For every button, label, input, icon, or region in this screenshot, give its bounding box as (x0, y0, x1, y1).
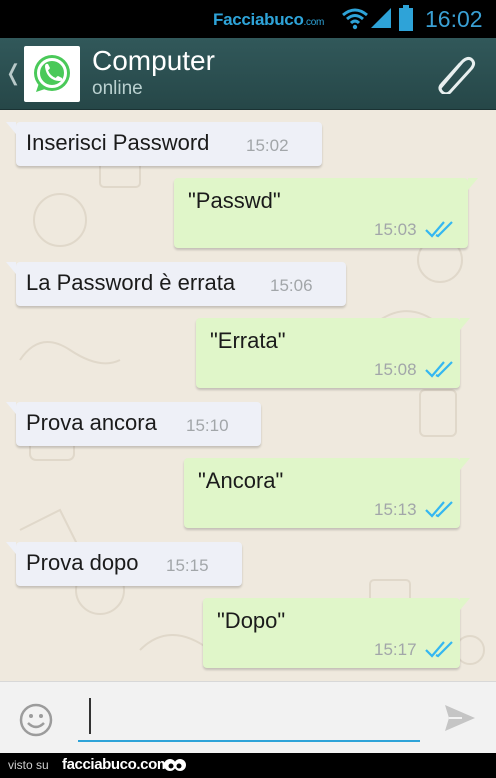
double-check-icon (425, 501, 453, 518)
composer-bar (0, 681, 496, 753)
message-text: Prova dopo (26, 550, 139, 575)
back-icon[interactable]: ❬ (4, 60, 22, 86)
message-text: "Ancora" (198, 468, 284, 493)
emoji-icon[interactable] (18, 702, 54, 738)
message-time: 15:13 (374, 500, 417, 519)
message-input[interactable] (78, 692, 420, 742)
wifi-icon (342, 8, 368, 30)
contact-status: online (92, 78, 143, 99)
message-text: Inserisci Password (26, 130, 210, 155)
mascot-eyes-icon (164, 759, 186, 771)
battery-icon (399, 5, 413, 31)
message-time: 15:08 (374, 360, 417, 379)
text-cursor (89, 698, 91, 734)
message-time: 15:06 (270, 276, 313, 295)
chat-header: ❬ Computer online (0, 38, 496, 110)
avatar[interactable] (24, 46, 80, 102)
contact-name[interactable]: Computer (92, 45, 215, 77)
paperclip-icon[interactable] (430, 54, 476, 94)
message-text: "Errata" (210, 328, 286, 353)
status-brand: Facciabuco.com (213, 10, 325, 29)
message-text: La Password è errata (26, 270, 236, 295)
footer-brand: facciabuco.com (62, 756, 170, 773)
chat-area[interactable]: Inserisci Password 15:02 "Passwd" 15:03 … (0, 110, 496, 681)
status-time: 16:02 (425, 6, 483, 32)
whatsapp-logo-icon (34, 55, 70, 92)
double-check-icon (425, 361, 453, 378)
message-bubble-outgoing[interactable]: "Ancora" 15:13 (184, 458, 470, 528)
message-bubble-outgoing[interactable]: "Dopo" 15:17 (203, 598, 470, 668)
message-bubble-incoming[interactable]: Prova dopo 15:15 (6, 542, 242, 586)
message-bubble-outgoing[interactable]: "Errata" 15:08 (196, 318, 470, 388)
double-check-icon (425, 641, 453, 658)
status-bar: Facciabuco.com 16:02 (0, 0, 496, 38)
message-time: 15:10 (186, 416, 229, 435)
message-bubble-incoming[interactable]: Prova ancora 15:10 (6, 402, 261, 446)
message-time: 15:15 (166, 556, 209, 575)
footer-label: visto su (8, 758, 49, 772)
message-time: 15:17 (374, 640, 417, 659)
signal-icon (371, 8, 391, 28)
message-time: 15:02 (246, 136, 289, 155)
message-time: 15:03 (374, 220, 417, 239)
message-text: "Dopo" (217, 608, 286, 633)
message-bubble-outgoing[interactable]: "Passwd" 15:03 (174, 178, 478, 248)
message-text: "Passwd" (188, 188, 281, 213)
message-bubble-incoming[interactable]: La Password è errata 15:06 (6, 262, 346, 306)
send-icon[interactable] (442, 702, 478, 734)
double-check-icon (425, 221, 453, 238)
message-bubble-incoming[interactable]: Inserisci Password 15:02 (6, 122, 322, 166)
watermark-footer: visto su facciabuco.com (0, 753, 496, 778)
message-text: Prova ancora (26, 410, 157, 435)
